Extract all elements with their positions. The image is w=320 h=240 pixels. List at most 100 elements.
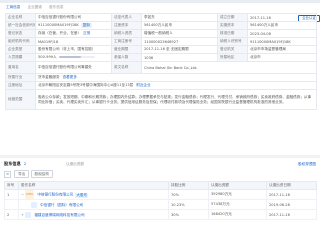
info-row: 注册地址 北京市朝阳区安定路5号院3号楼中海国际中心A座11至13层 附近企业 <box>5 81 317 90</box>
col-header-date: 认缴出资日期 <box>266 181 317 190</box>
info-value: 91110000MA019FJ18K 复制 <box>35 21 112 30</box>
field-value: 北京市朝阳区安定路5号院3号楼中海国际中心A座11至13层 <box>38 83 134 87</box>
copy-button[interactable]: 复制 <box>80 23 92 28</box>
field-label: 英文名称 <box>114 65 129 69</box>
date-cell: 2017-11-16 <box>266 189 317 200</box>
more-link[interactable]: 附近企业 <box>136 83 150 87</box>
info-row: 所属行业 货币金融服务 查看更多 <box>5 73 317 82</box>
field-label: 所属地区 <box>220 55 235 59</box>
breadcrumb-item-0[interactable]: 工商信息 <box>6 5 20 9</box>
info-label: 所属行业 <box>5 73 36 82</box>
shareholders-title: 股东信息 <box>4 161 21 166</box>
field-value: 增值税一般纳税人 <box>144 31 173 35</box>
field-label: 实缴资本 <box>220 23 235 27</box>
info-value: 2017-11-16 <box>247 13 317 22</box>
field-label: 注册资本 <box>114 23 129 27</box>
amount-cell: 168420万元 <box>208 209 267 220</box>
date-cell: 2017-11-16 <box>266 209 317 220</box>
info-value: 110000023648927 <box>141 37 218 46</box>
company-logo: CITIC <box>25 190 35 199</box>
info-label: 人员规模 <box>5 53 36 62</box>
structure-button[interactable]: 股权结构 <box>30 170 53 178</box>
field-value: MA019FJ18 <box>38 39 59 44</box>
info-value: 存续（在营、开业、在册） 正常 <box>35 29 112 38</box>
info-label: 英文名称 <box>111 61 142 74</box>
info-label: 法定代表人 <box>111 13 142 22</box>
table-row[interactable]: 中信银行（国际）有限公司 10.23% 57438万元 2019-06-28 <box>4 199 317 210</box>
info-label: 实缴资本 <box>217 21 248 30</box>
table-row[interactable]: 1 − CITIC 中信银行股份有限公司 大股东 70% 392980万元 20… <box>4 189 317 200</box>
field-label: 纳税人资质 <box>114 31 132 35</box>
col-header-name: 股东名称 <box>18 181 169 190</box>
info-value: 北京市市场监督管理局 <box>247 45 317 54</box>
field-value: 北京市 <box>250 55 261 59</box>
info-label: 企业名称 <box>5 13 36 22</box>
field-label: 登记机关 <box>220 47 235 51</box>
ratio-cell: 70% <box>168 189 209 200</box>
info-value: 中信百信银行股份有限公司筹建处 <box>35 61 112 74</box>
section-divider <box>0 155 320 158</box>
more-link[interactable]: 查看更多 <box>63 75 77 79</box>
info-row: 经营范围 吸收公众存款；发放短期、中期和长期贷款；办理国内外结算；办理票据承兑与贴… <box>5 89 317 110</box>
major-shareholder-badge: 大股东 <box>75 192 89 198</box>
status-badge: 正常 <box>83 31 91 35</box>
field-value: 存续（在营、开业、在册） <box>38 31 82 35</box>
shareholder-name-cell: + 福建百度博瑞网络科技有限公司 <box>18 209 169 220</box>
info-label: 企业类型 <box>5 45 36 54</box>
field-label: 核准日期 <box>220 31 235 35</box>
filter-icon[interactable]: ≡ <box>4 171 11 178</box>
info-label: 注册资本 <box>111 21 142 30</box>
field-value: 股份有限公司（非上市、国有控股） <box>38 47 96 51</box>
info-value: 500-999人 <box>35 53 112 62</box>
field-value: 中信百信银行股份有限公司筹建处 <box>38 65 92 70</box>
info-label: 曾用名 <box>5 61 36 74</box>
field-value: 中信百信银行股份有限公司 <box>38 15 82 19</box>
info-row: 曾用名 中信百信银行股份有限公司筹建处 英文名称 China Bohai Xin Ba… <box>5 61 317 74</box>
shareholders-header-row: 序号 股东名称 持股比例 认缴出资额 认缴出资日期 <box>4 181 317 190</box>
info-value: 91110000MA019FJ18K <box>247 37 317 46</box>
field-label: 营业期限 <box>114 47 129 51</box>
row-index: 1 <box>4 189 19 200</box>
staff-size-bar <box>58 56 95 58</box>
table-row[interactable]: 2 + 福建百度博瑞网络科技有限公司 30% 168420万元 2017-11-… <box>4 209 317 220</box>
info-value: 增值税一般纳税人 <box>141 29 218 38</box>
col-header-ratio: 持股比例 <box>168 181 209 190</box>
shareholder-name-link[interactable]: 福建百度博瑞网络科技有限公司 <box>34 213 84 217</box>
info-label: 参保人数 <box>111 53 142 62</box>
info-label: 登记状态 <box>5 29 36 38</box>
info-label: 成立日期 <box>217 13 248 22</box>
info-value: MA019FJ18 <box>35 37 112 46</box>
field-label: 纳税人识别号 <box>220 39 242 43</box>
breadcrumb-item-1[interactable]: 企业图谱 <box>28 5 42 9</box>
field-label: 成立日期 <box>220 15 235 19</box>
collapse-icon[interactable]: − <box>21 193 24 197</box>
field-value: 2017-11-16 <box>250 15 271 20</box>
shareholders-toolbar: ≡ 导出 股权结构 <box>4 170 53 178</box>
info-label: 纳税人识别号 <box>217 37 248 46</box>
info-label: 经营范围 <box>5 89 36 110</box>
info-label: 登记机关 <box>217 45 248 54</box>
field-value: 110000023648927 <box>144 39 179 44</box>
field-label: 人员规模 <box>8 55 23 59</box>
shareholder-name-link[interactable]: 中信银行（国际）有限公司 <box>40 203 83 207</box>
col-header-index: 序号 <box>4 181 19 190</box>
field-label: 组织机构代码 <box>8 39 30 43</box>
shareholders-table: 序号 股东名称 持股比例 认缴出资额 认缴出资日期 1 − CITIC 中信银行… <box>4 181 317 220</box>
info-value: 李如东 <box>141 13 218 22</box>
field-value: 1036 <box>144 55 154 60</box>
equity-chart-link[interactable]: 股权穿透图 <box>298 161 316 167</box>
info-label: 核准日期 <box>217 29 248 38</box>
info-row: 统一社会信用代码 91110000MA019FJ18K 复制 注册资本 561400万人… <box>5 21 317 30</box>
field-value: 李如东 <box>144 15 155 19</box>
field-label: 经营范围 <box>8 97 23 101</box>
row-index: 2 <box>4 209 19 220</box>
ratio-cell: 10.23% <box>168 199 209 210</box>
breadcrumb-item-2[interactable]: 股东信息 <box>49 5 63 9</box>
company-logo-icon <box>31 201 37 208</box>
business-info-table: 企业名称 中信百信银行股份有限公司 法定代表人 李如东 成立日期 2017-11-16 统一… <box>5 13 317 110</box>
field-label: 企业名称 <box>8 15 23 19</box>
expand-icon[interactable]: + <box>21 213 24 217</box>
shareholder-name-link[interactable]: 中信银行股份有限公司 <box>37 193 73 197</box>
field-value: 货币金融服务 <box>38 75 60 79</box>
export-button[interactable]: 导出 <box>14 170 30 178</box>
